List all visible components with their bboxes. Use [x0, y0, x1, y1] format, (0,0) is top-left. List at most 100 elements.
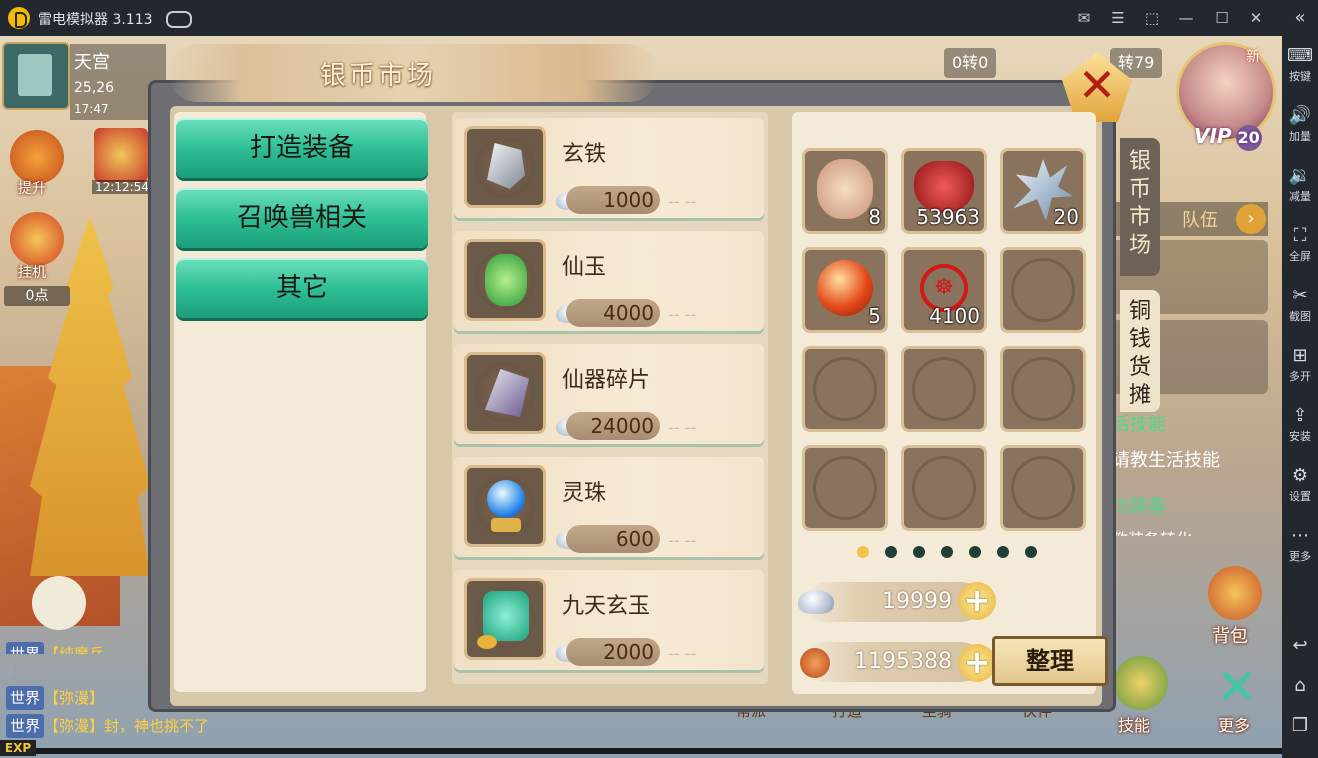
- inventory-slot[interactable]: [1000, 247, 1086, 333]
- sidebar-multi[interactable]: ⊞ 多开: [1282, 346, 1318, 384]
- item-name: 九天玄玉: [562, 594, 651, 619]
- inventory-slot[interactable]: 20: [1000, 148, 1086, 234]
- sidebar-more[interactable]: ⋯ 更多: [1282, 526, 1318, 564]
- team-label: 队伍: [1182, 210, 1218, 231]
- fire-orb-icon: [817, 260, 873, 316]
- more-button-label: 更多: [1218, 716, 1251, 735]
- sidebar-volume-up[interactable]: 🔊 加量: [1282, 106, 1318, 144]
- mail-icon[interactable]: ✉: [1074, 8, 1094, 28]
- item-price: 4000: [566, 299, 660, 327]
- add-silver-button[interactable]: +: [958, 582, 996, 620]
- sidebar-volume-down[interactable]: 🔉 减量: [1282, 166, 1318, 204]
- chat-line-3: 世界 【弥漫】: [6, 686, 146, 710]
- item-name: 仙器碎片: [562, 368, 651, 393]
- inventory-slot[interactable]: [1000, 346, 1086, 432]
- item-price: 2000: [566, 638, 660, 666]
- item-price: 1000: [566, 186, 660, 214]
- sidebar-install[interactable]: ⇪ 安装: [1282, 406, 1318, 444]
- inventory-slot[interactable]: 8: [802, 148, 888, 234]
- pin-icon[interactable]: ⬚: [1142, 8, 1162, 28]
- page-dot[interactable]: [997, 546, 1009, 558]
- page-dot[interactable]: [969, 546, 981, 558]
- close-window-icon[interactable]: ✕: [1246, 8, 1266, 28]
- item-price: 24000: [566, 412, 660, 440]
- category-other[interactable]: 其它: [176, 258, 428, 318]
- equip-text: 教装备转化: [1112, 526, 1268, 536]
- price-suffix: -- --: [668, 644, 697, 663]
- idle-label: 挂机: [18, 265, 46, 281]
- skill-button[interactable]: [1114, 656, 1168, 710]
- inventory-slot[interactable]: [901, 346, 987, 432]
- location-coords: 25,26: [74, 80, 115, 96]
- page-dot[interactable]: [941, 546, 953, 558]
- upgrade-button[interactable]: [10, 130, 64, 184]
- back-icon[interactable]: ↩: [1282, 636, 1318, 658]
- new-badge: 新: [1246, 49, 1260, 65]
- sort-button[interactable]: 整理: [992, 636, 1108, 686]
- inventory-slot[interactable]: 53963: [901, 148, 987, 234]
- item-name: 灵珠: [562, 481, 607, 506]
- clock: 17:47: [74, 102, 109, 116]
- minimap-button[interactable]: [2, 42, 70, 110]
- page-dot[interactable]: [913, 546, 925, 558]
- inventory-slot[interactable]: [901, 445, 987, 531]
- bag-label: 背包: [1212, 626, 1248, 647]
- exp-bar: [36, 748, 1282, 754]
- item-name: 玄铁: [562, 142, 607, 167]
- page-dot-active[interactable]: [857, 546, 869, 558]
- close-icon[interactable]: ✕: [1072, 60, 1122, 110]
- minimize-icon[interactable]: —: [1176, 8, 1196, 28]
- scissors-icon: ✂: [1292, 285, 1308, 306]
- equip-green-text: 比装备: [1112, 496, 1166, 517]
- fullscreen-icon: ⛶: [1293, 225, 1307, 246]
- chat-bubble-icon[interactable]: [32, 576, 86, 630]
- item-name: 仙玉: [562, 255, 607, 280]
- black-iron-ore-icon: [464, 126, 546, 208]
- vip-badge[interactable]: VIP 20: [1194, 124, 1262, 151]
- stat-left: 0转0: [944, 48, 997, 78]
- volume-down-icon: 🔉: [1288, 165, 1312, 186]
- sidebar-fullscreen[interactable]: ⛶ 全屏: [1282, 226, 1318, 264]
- inventory-slot[interactable]: 5: [802, 247, 888, 333]
- recent-apps-icon[interactable]: ❐: [1282, 716, 1318, 738]
- chevron-right-icon[interactable]: ›: [1236, 204, 1266, 234]
- idle-button[interactable]: [10, 212, 64, 266]
- gamepad-icon[interactable]: [166, 11, 192, 28]
- tab-silver-market[interactable]: 银币市场: [1120, 138, 1160, 276]
- home-icon[interactable]: ⌂: [1282, 676, 1318, 698]
- add-copper-button[interactable]: +: [958, 644, 996, 682]
- collapse-sidebar-icon[interactable]: «: [1282, 8, 1318, 30]
- bag-icon[interactable]: [1208, 566, 1262, 620]
- volume-up-icon: 🔊: [1288, 105, 1312, 126]
- inventory-slot[interactable]: ☸ 4100: [901, 247, 987, 333]
- points-display: 0点: [4, 286, 70, 306]
- price-suffix: -- --: [668, 418, 697, 437]
- exp-label: EXP: [0, 740, 36, 756]
- inventory-slot[interactable]: [802, 346, 888, 432]
- window-title: 雷电模拟器 3.113: [38, 12, 153, 28]
- page-dot[interactable]: [885, 546, 897, 558]
- apk-install-icon: ⇪: [1292, 405, 1308, 426]
- sidebar-settings[interactable]: ⚙ 设置: [1282, 466, 1318, 504]
- gift-timer: 12:12:54: [92, 180, 152, 194]
- jade-pendant-icon: [464, 239, 546, 321]
- chat-line-1: 世界 【纯魔兵: [6, 642, 146, 654]
- crystal-ball-icon: [464, 465, 546, 547]
- emulator-titlebar: 雷电模拟器 3.113 ✉ ☰ ⬚ — ☐ ✕: [0, 0, 1318, 36]
- maximize-icon[interactable]: ☐: [1212, 8, 1232, 28]
- category-summon-beast[interactable]: 召唤兽相关: [176, 188, 428, 248]
- menu-icon[interactable]: ☰: [1108, 8, 1128, 28]
- more-x-icon[interactable]: ✕: [1212, 662, 1262, 712]
- keyboard-icon: ⌨: [1287, 45, 1313, 66]
- sidebar-keymap[interactable]: ⌨ 按键: [1282, 46, 1318, 84]
- sidebar-screenshot[interactable]: ✂ 截图: [1282, 286, 1318, 324]
- gift-icon[interactable]: [94, 128, 148, 182]
- inventory-slot[interactable]: [802, 445, 888, 531]
- tab-copper-stall[interactable]: 铜钱货摊: [1120, 290, 1160, 412]
- page-dot[interactable]: [1025, 546, 1037, 558]
- category-forge-equipment[interactable]: 打造装备: [176, 118, 428, 178]
- item-price: 600: [566, 525, 660, 553]
- price-suffix: -- --: [668, 531, 697, 550]
- copper-balance: 1195388: [806, 642, 982, 682]
- inventory-slot[interactable]: [1000, 445, 1086, 531]
